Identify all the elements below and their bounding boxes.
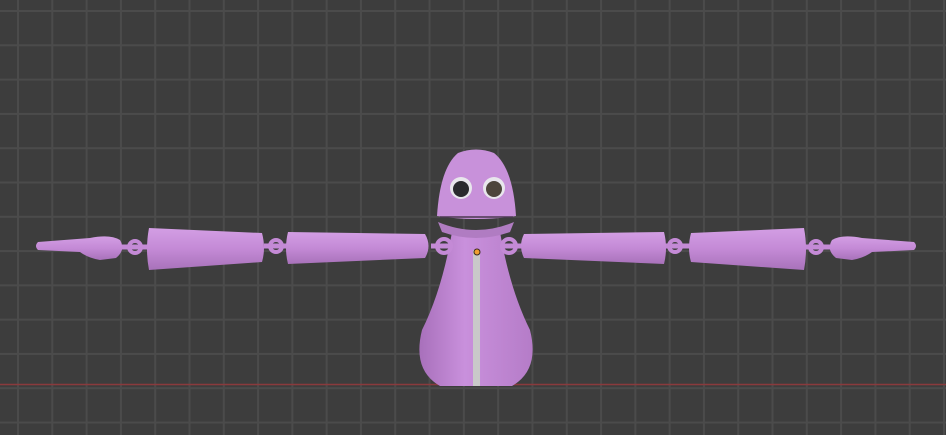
right-upper-arm xyxy=(521,232,666,264)
character-model[interactable] xyxy=(36,149,916,387)
origin-point xyxy=(473,248,481,256)
viewport-scene xyxy=(0,149,946,387)
3d-viewport[interactable] xyxy=(0,0,946,435)
right-forearm xyxy=(689,228,806,270)
right-hand xyxy=(829,236,916,260)
right-pupil xyxy=(486,181,502,197)
zipper xyxy=(473,250,480,386)
left-hand xyxy=(36,236,123,260)
left-forearm xyxy=(147,228,264,270)
left-pupil xyxy=(453,181,469,197)
left-upper-arm xyxy=(286,232,429,264)
